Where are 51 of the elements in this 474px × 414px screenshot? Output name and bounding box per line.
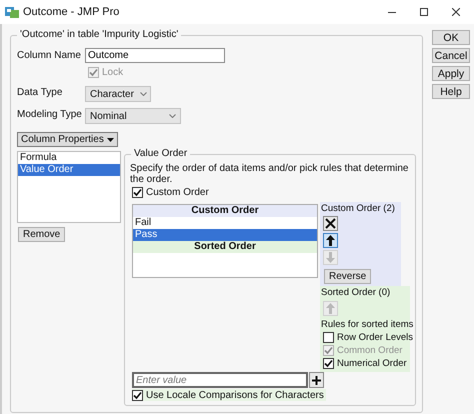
delete-icon <box>325 218 336 229</box>
value-input-field[interactable]: Enter value <box>132 372 308 388</box>
remove-button[interactable]: Remove <box>18 227 66 242</box>
up-arrow-icon <box>326 235 335 246</box>
dialog-button[interactable]: Apply <box>432 66 470 81</box>
column-properties-button[interactable]: Column Properties <box>17 132 118 147</box>
panel-title: Sorted Order (0) <box>321 287 390 298</box>
move-up-button[interactable] <box>323 233 338 248</box>
group-title: Value Order <box>131 148 190 159</box>
delete-button[interactable] <box>323 216 338 231</box>
down-arrow-icon <box>326 252 335 263</box>
reverse-button[interactable]: Reverse <box>324 269 372 284</box>
panel-title: Rules for sorted items <box>321 319 414 330</box>
checkbox[interactable] <box>323 332 334 342</box>
checkbox[interactable] <box>323 358 334 368</box>
rule-label: Row Order Levels <box>337 332 414 342</box>
up-arrow-icon <box>326 303 335 314</box>
dialog-button[interactable]: Help <box>432 84 470 99</box>
plus-icon <box>312 376 321 384</box>
custom-order-label: Custom Order <box>146 186 209 198</box>
description-text: Specify the order of data items and/or pick rules that determine the order. <box>130 163 410 185</box>
dropdown-caret-icon <box>140 92 147 96</box>
list-header: Sorted Order <box>133 241 317 253</box>
panel-title: Custom Order (2) <box>321 203 395 214</box>
column-name-field[interactable]: Outcome <box>85 48 225 63</box>
rule-label: Common Order <box>337 344 402 356</box>
data-type-dropdown[interactable]: Character <box>85 86 151 102</box>
field-label: Modeling Type <box>17 108 83 120</box>
dropdown-caret-icon <box>169 114 176 118</box>
checkbox[interactable] <box>132 186 143 198</box>
checkbox[interactable] <box>132 390 143 400</box>
app-icon <box>5 6 19 18</box>
list-header: Custom Order <box>133 205 317 217</box>
add-button[interactable] <box>309 372 324 388</box>
locale-label: Use Locale Comparisons for Characters <box>146 390 324 400</box>
list-item[interactable]: Formula <box>18 152 120 164</box>
field-label: Column Name <box>17 50 82 61</box>
dropdown-caret-icon <box>106 138 114 142</box>
list-item[interactable]: Fail <box>133 217 317 229</box>
dialog-button[interactable]: Cancel <box>432 48 470 63</box>
modeling-type-dropdown[interactable]: Nominal <box>85 108 181 124</box>
lock-label: Lock <box>102 66 124 78</box>
close-icon <box>452 8 460 16</box>
dialog-button[interactable]: OK <box>432 30 470 45</box>
list-item[interactable]: Value Order <box>18 164 120 176</box>
field-label: Data Type <box>17 86 64 98</box>
window-title: Outcome - JMP Pro <box>23 6 120 18</box>
maximize-icon <box>420 8 428 16</box>
list-item[interactable]: Pass <box>133 229 317 241</box>
group-title: 'Outcome' in table 'Impurity Logistic' <box>17 29 182 40</box>
rule-label: Numerical Order <box>337 358 407 368</box>
